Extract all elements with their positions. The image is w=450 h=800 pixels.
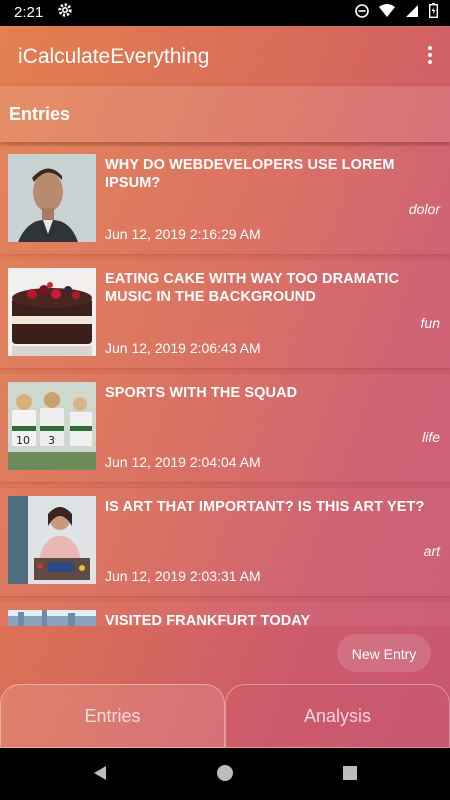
tab-entries[interactable]: Entries [0,684,225,748]
entry-thumbnail: 10 3 [8,382,96,470]
entry-thumbnail [8,610,96,626]
recents-icon[interactable] [341,764,359,787]
entry-list[interactable]: Why do webdevelopers use lorem ipsum? do… [0,146,450,626]
entry-item[interactable]: Visited Frankfurt today [0,602,450,626]
entry-item[interactable]: Why do webdevelopers use lorem ipsum? do… [0,146,450,254]
entry-item[interactable]: Eating cake with way too dramatic music … [0,260,450,368]
gear-icon [57,2,73,23]
entry-title: Is art that important? Is this art yet? [105,499,425,515]
home-icon[interactable] [216,764,234,787]
entry-date: Jun 12, 2019 2:16:29 AM [105,226,261,242]
app-screen: iCalculateEverything Entries Why do webd… [0,26,450,748]
entry-thumbnail [8,268,96,356]
entry-item[interactable]: 10 3 Sports with the squad life Jun 12, … [0,374,450,482]
section-title: Entries [9,104,71,124]
navigation-bar [0,748,450,800]
entry-tag: dolor [408,201,440,217]
entry-title: Sports with the squad [105,385,298,401]
battery-icon [428,3,438,23]
entry-thumbnail [8,154,96,242]
entry-tag: fun [420,315,440,331]
entry-date: Jun 12, 2019 2:06:43 AM [105,340,261,356]
tab-analysis[interactable]: Analysis [225,684,450,748]
back-icon[interactable] [91,764,109,787]
entry-title: Why do webdevelopers use lorem ipsum? [105,157,395,191]
signal-icon [405,4,419,23]
app-bar: iCalculateEverything [0,26,450,86]
entry-tag: art [423,543,440,559]
bottom-tab-bar: Entries Analysis [0,684,450,748]
do-not-disturb-icon [355,3,369,23]
entry-date: Jun 12, 2019 2:04:04 AM [105,454,261,470]
entry-item[interactable]: Is art that important? Is this art yet? … [0,488,450,596]
wifi-icon [379,3,395,23]
status-bar: 2:21 [0,0,450,26]
entry-title: Visited Frankfurt today [105,613,311,626]
status-time: 2:21 [14,4,44,21]
svg-text:3: 3 [48,434,55,447]
more-vert-icon[interactable] [424,44,436,68]
entry-tag: life [422,429,440,445]
svg-text:10: 10 [16,434,30,447]
entry-title: Eating cake with way too dramatic music … [105,271,400,305]
app-title: iCalculateEverything [18,45,210,68]
entry-date: Jun 12, 2019 2:03:31 AM [105,568,261,584]
new-entry-button[interactable]: New Entry [337,634,431,672]
section-header: Entries [0,86,450,142]
entry-thumbnail [8,496,96,584]
